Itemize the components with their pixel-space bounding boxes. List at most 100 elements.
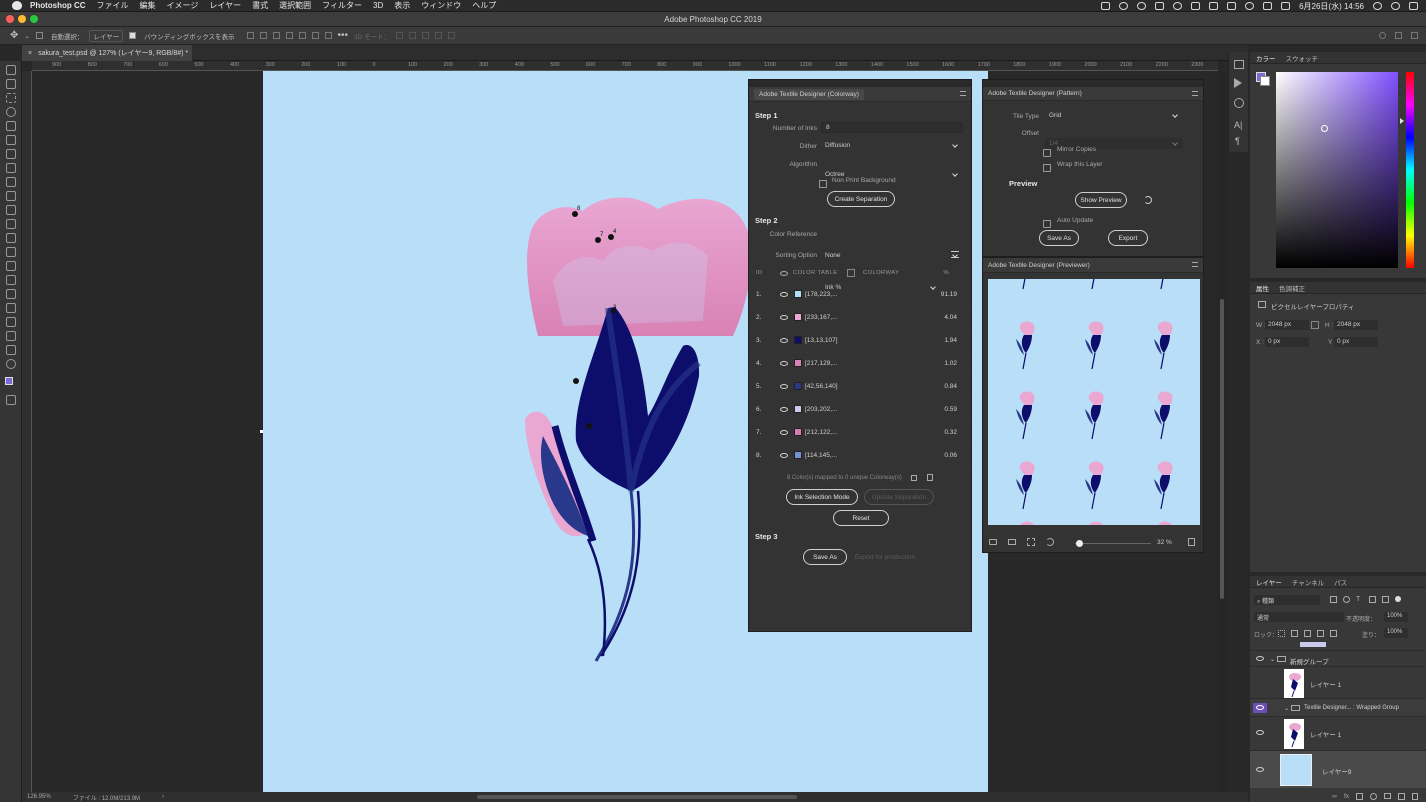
frame-tool-icon[interactable] xyxy=(6,149,16,159)
background-swatch[interactable] xyxy=(1260,76,1270,86)
export-production-button[interactable]: Export for production xyxy=(853,549,917,565)
menu-layer[interactable]: レイヤー xyxy=(209,0,241,11)
pen-tool-icon[interactable] xyxy=(6,289,16,299)
dropbox-icon[interactable] xyxy=(1101,2,1111,10)
window-icon[interactable] xyxy=(1209,2,1219,10)
ink-swatch[interactable] xyxy=(794,290,802,298)
expand-chevron-icon[interactable]: ⌄ xyxy=(1284,705,1289,712)
trash-icon[interactable] xyxy=(927,474,934,481)
tab-adjustments[interactable]: 色調補正 xyxy=(1279,283,1305,293)
lock-pixels-icon[interactable] xyxy=(1291,630,1298,637)
eyedropper-tool-icon[interactable] xyxy=(6,163,16,173)
visibility-eye-icon[interactable] xyxy=(1256,730,1264,735)
visibility-eye-icon[interactable] xyxy=(1256,705,1264,710)
new-layer-icon[interactable] xyxy=(1398,792,1405,800)
ink-row[interactable]: 7. [212,122,... 0.32 xyxy=(749,422,971,445)
reset-button[interactable]: Reset xyxy=(833,510,889,526)
user-avatar-icon[interactable] xyxy=(1391,2,1400,10)
lock-all-icon[interactable] xyxy=(1330,630,1337,637)
tab-swatches[interactable]: スウォッチ xyxy=(1286,53,1319,63)
ink-swatch[interactable] xyxy=(794,313,802,321)
visibility-all-icon[interactable] xyxy=(780,271,788,276)
info-panel-icon[interactable] xyxy=(1234,98,1244,108)
ink-selection-mode-button[interactable]: Ink Selection Mode xyxy=(786,489,858,505)
ink-visibility-eye-icon[interactable] xyxy=(780,384,788,389)
blur-tool-icon[interactable] xyxy=(6,261,16,271)
ink-visibility-eye-icon[interactable] xyxy=(780,338,788,343)
ink-row[interactable]: 3. [13,13,107] 1.94 xyxy=(749,330,971,353)
menu-edit[interactable]: 編集 xyxy=(140,0,156,11)
brush-tool-icon[interactable] xyxy=(6,191,16,201)
link-dimensions-icon[interactable] xyxy=(1311,321,1319,329)
x-input[interactable]: 0 px xyxy=(1265,337,1309,347)
y-input[interactable]: 0 px xyxy=(1334,337,1378,347)
lock-transparent-icon[interactable] xyxy=(1278,630,1285,637)
ink-swatch[interactable] xyxy=(794,405,802,413)
non-print-background-checkbox[interactable] xyxy=(819,175,827,193)
search-icon[interactable] xyxy=(1379,32,1386,39)
crop-tool-icon[interactable] xyxy=(6,135,16,145)
save-as-button[interactable]: Save As xyxy=(803,549,847,565)
tab-color[interactable]: カラー xyxy=(1256,53,1276,63)
move-tool-icon[interactable] xyxy=(6,65,16,75)
tab-paths[interactable]: パス xyxy=(1334,577,1347,587)
ink-swatch[interactable] xyxy=(794,428,802,436)
create-separation-button[interactable]: Create Separation xyxy=(827,191,895,207)
delete-layer-icon[interactable] xyxy=(1412,792,1418,800)
panel-menu-icon[interactable] xyxy=(960,91,966,96)
cloud-icon[interactable] xyxy=(1119,2,1129,10)
panel-drag-bar[interactable] xyxy=(983,80,1203,87)
pattern-export-button[interactable]: Export xyxy=(1108,230,1148,246)
tag-icon[interactable] xyxy=(1191,2,1201,10)
tile-type-dropdown[interactable]: Grid xyxy=(1045,110,1183,121)
paragraph-panel-icon[interactable]: ¶ xyxy=(1235,136,1240,146)
lock-position-icon[interactable] xyxy=(1304,630,1311,637)
ink-row[interactable]: 1. [178,223,... 91.19 xyxy=(749,284,971,307)
share-icon[interactable] xyxy=(1411,32,1418,39)
ink-swatch[interactable] xyxy=(794,359,802,367)
canvas-edge-handle[interactable] xyxy=(260,430,263,433)
layer-row[interactable]: ⌄ Textile Designer... : Wrapped Group xyxy=(1250,698,1426,716)
menu-view[interactable]: 表示 xyxy=(394,0,410,11)
dither-dropdown[interactable]: Diffusion xyxy=(821,140,963,151)
align-bottom-icon[interactable] xyxy=(311,32,319,39)
tab-channels[interactable]: チャンネル xyxy=(1292,577,1324,587)
visibility-eye-icon[interactable] xyxy=(1256,767,1264,772)
ink-swatch[interactable] xyxy=(794,451,802,459)
filter-adjustment-icon[interactable] xyxy=(1343,596,1350,603)
filter-toggle-icon[interactable] xyxy=(1395,596,1401,602)
menu-type[interactable]: 書式 xyxy=(252,0,268,11)
auto-select-dropdown[interactable]: レイヤー xyxy=(89,29,124,42)
width-input[interactable]: 2048 px xyxy=(1265,320,1309,330)
vertical-scrollbar[interactable] xyxy=(1218,71,1226,792)
number-of-inks-input[interactable]: 8 xyxy=(821,122,963,133)
layer-style-icon[interactable]: fx xyxy=(1344,793,1349,800)
auto-select-checkbox[interactable] xyxy=(35,31,45,39)
tile-icon[interactable] xyxy=(1008,539,1016,545)
ink-row[interactable]: 5. [42,56,140] 0.84 xyxy=(749,376,971,399)
healing-brush-tool-icon[interactable] xyxy=(6,177,16,187)
spotlight-icon[interactable] xyxy=(1373,2,1382,10)
zoom-slider-track[interactable] xyxy=(1075,543,1151,544)
align-center-icon[interactable] xyxy=(259,32,267,39)
move-tool-preset-chevron-icon[interactable]: ⌄ xyxy=(24,32,29,40)
menu-3d[interactable]: 3D xyxy=(373,1,383,10)
save-mapping-icon[interactable] xyxy=(911,474,918,481)
sort-order-icon[interactable] xyxy=(951,251,959,258)
layer-filter-dropdown[interactable]: ⌕ 種類 xyxy=(1254,595,1320,605)
zoom-tool-icon[interactable] xyxy=(6,359,16,369)
ink-row[interactable]: 8. [114,145,... 0.06 xyxy=(749,445,971,468)
add-mask-icon[interactable] xyxy=(1356,792,1363,800)
eye-menu-icon[interactable] xyxy=(1173,2,1183,10)
3d-scale-icon[interactable] xyxy=(448,32,456,39)
input-source-icon[interactable] xyxy=(1281,2,1291,10)
menu-image[interactable]: イメージ xyxy=(167,0,199,11)
path-anchor-point[interactable] xyxy=(586,423,592,429)
ink-visibility-eye-icon[interactable] xyxy=(780,361,788,366)
blend-mode-dropdown[interactable]: 通常 xyxy=(1254,612,1344,622)
align-top-icon[interactable] xyxy=(285,32,293,39)
camera-icon[interactable] xyxy=(989,539,997,545)
height-input[interactable]: 2048 px xyxy=(1334,320,1378,330)
info-icon[interactable] xyxy=(1137,2,1147,10)
foreground-color-swatch[interactable] xyxy=(5,377,13,385)
